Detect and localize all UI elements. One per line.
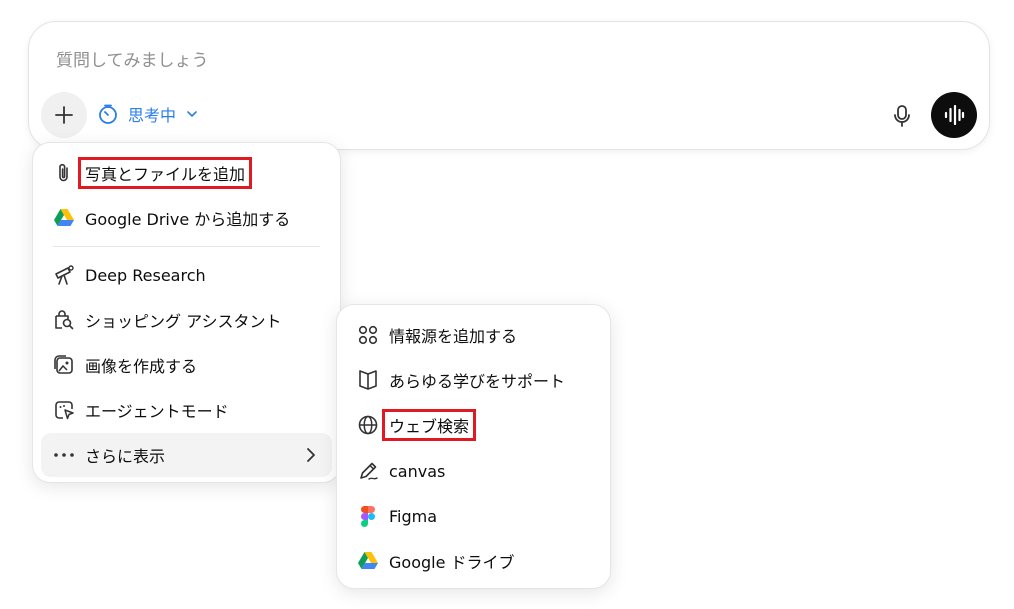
timer-icon bbox=[99, 104, 117, 124]
agent-cursor-icon bbox=[53, 399, 75, 421]
figma-icon bbox=[357, 505, 379, 527]
shopping-search-icon bbox=[53, 309, 75, 331]
menu-item-label: Figma bbox=[389, 506, 438, 526]
menu-item-add-photos-files[interactable]: 写真とファイルを追加 bbox=[41, 153, 332, 193]
telescope-icon bbox=[53, 264, 75, 286]
more-dots-icon bbox=[53, 444, 75, 466]
paperclip-icon bbox=[53, 162, 75, 184]
add-attachment-button[interactable] bbox=[41, 92, 87, 138]
attachment-menu: 写真とファイルを追加 Google Drive から追加する Deep Rese… bbox=[32, 142, 341, 483]
prompt-composer: 質問してみましょう 思考中 bbox=[28, 21, 990, 150]
menu-item-show-more[interactable]: さらに表示 bbox=[41, 433, 332, 477]
thinking-mode-label: 思考中 bbox=[128, 106, 177, 125]
menu-item-agent-mode[interactable]: エージェントモード bbox=[41, 390, 332, 430]
image-create-icon bbox=[53, 354, 75, 376]
menu-item-create-image[interactable]: 画像を作成する bbox=[41, 345, 332, 385]
menu-item-label: 画像を作成する bbox=[85, 357, 198, 376]
menu-item-label: 情報源を追加する bbox=[389, 327, 518, 346]
menu-item-label: canvas bbox=[389, 461, 446, 481]
pen-canvas-icon bbox=[357, 460, 379, 482]
chevron-right-icon bbox=[307, 448, 315, 462]
menu-item-shopping-assistant[interactable]: ショッピング アシスタント bbox=[41, 300, 332, 340]
menu-item-label: Google ドライブ bbox=[389, 553, 515, 572]
menu-item-label: Google Drive から追加する bbox=[85, 210, 291, 229]
globe-icon bbox=[357, 414, 379, 436]
voice-mode-button[interactable] bbox=[931, 92, 977, 138]
menu-item-label: ショッピング アシスタント bbox=[85, 312, 282, 331]
chevron-down-icon bbox=[187, 111, 197, 117]
plus-icon bbox=[55, 106, 73, 124]
menu-item-google-drive[interactable]: Google Drive から追加する bbox=[41, 198, 332, 238]
submenu-item-canvas[interactable]: canvas bbox=[345, 451, 602, 491]
menu-item-label: Deep Research bbox=[85, 265, 206, 285]
microphone-icon bbox=[894, 105, 910, 127]
menu-item-label: あらゆる学びをサポート bbox=[389, 372, 566, 391]
menu-item-label: エージェントモード bbox=[85, 402, 229, 421]
google-drive-icon bbox=[357, 550, 379, 572]
book-open-icon bbox=[357, 369, 379, 391]
submenu-item-web-search[interactable]: ウェブ検索 bbox=[345, 405, 602, 445]
waveform-icon bbox=[944, 105, 965, 125]
thinking-mode-selector[interactable]: 思考中 bbox=[97, 102, 199, 126]
submenu-item-google-drive[interactable]: Google ドライブ bbox=[345, 541, 602, 581]
google-drive-icon bbox=[53, 207, 75, 229]
submenu-item-add-sources[interactable]: 情報源を追加する bbox=[345, 315, 602, 355]
menu-item-label: ウェブ検索 bbox=[381, 409, 477, 441]
dictate-button[interactable] bbox=[887, 101, 917, 131]
menu-item-deep-research[interactable]: Deep Research bbox=[41, 255, 332, 295]
menu-item-label: さらに表示 bbox=[85, 447, 166, 466]
menu-item-label: 写真とファイルを追加 bbox=[77, 157, 253, 189]
submenu-item-figma[interactable]: Figma bbox=[345, 496, 602, 536]
prompt-input[interactable]: 質問してみましょう bbox=[56, 46, 209, 71]
menu-divider bbox=[53, 246, 320, 247]
connectors-icon bbox=[357, 324, 379, 346]
submenu-item-study-support[interactable]: あらゆる学びをサポート bbox=[345, 360, 602, 400]
more-tools-submenu: 情報源を追加する あらゆる学びをサポート ウェブ検索 canvas Figma … bbox=[336, 304, 611, 589]
